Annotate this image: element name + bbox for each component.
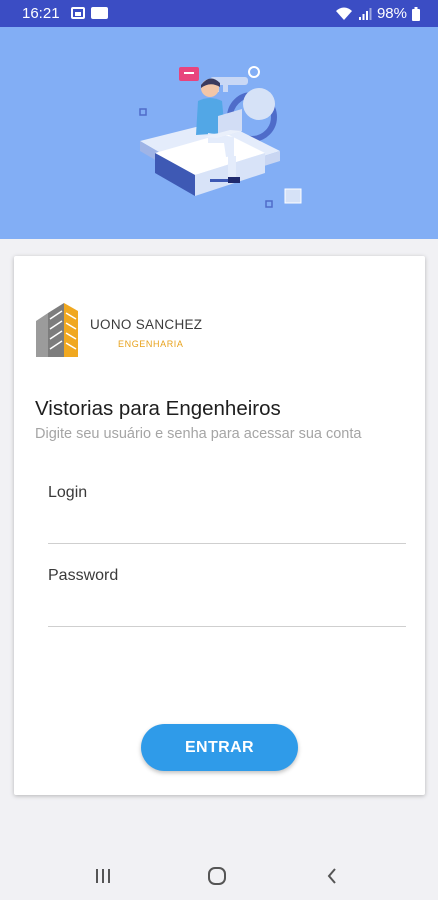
- logo-name: UONO SANCHEZ: [90, 317, 203, 332]
- login-card: UONO SANCHEZ ENGENHARIA Vistorias para E…: [14, 256, 425, 795]
- login-input[interactable]: [48, 508, 406, 544]
- person-with-laptop-illustration: [139, 66, 302, 208]
- status-bar: 16:21 98%: [0, 0, 438, 27]
- recent-apps-icon[interactable]: [91, 864, 115, 888]
- page-subtitle: Digite seu usuário e senha para acessar …: [35, 426, 362, 442]
- hero-banner: [0, 27, 438, 239]
- battery-percent: 98%: [376, 5, 407, 22]
- signal-icon: [358, 7, 372, 21]
- login-field: Login: [48, 484, 406, 550]
- building-logo-icon: [36, 303, 78, 357]
- login-label: Login: [48, 484, 88, 501]
- logo-subtitle: ENGENHARIA: [118, 339, 184, 349]
- ms-icon: [91, 7, 108, 19]
- password-field: Password: [48, 567, 406, 633]
- status-time: 16:21: [22, 5, 60, 22]
- company-logo: UONO SANCHEZ ENGENHARIA: [34, 301, 234, 361]
- wifi-icon: [335, 7, 353, 21]
- page-title: Vistorias para Engenheiros: [35, 397, 281, 420]
- back-icon[interactable]: [320, 864, 344, 888]
- entrar-button[interactable]: ENTRAR: [141, 724, 298, 771]
- password-input[interactable]: [48, 591, 406, 627]
- home-icon[interactable]: [205, 864, 229, 888]
- system-nav-bar: [0, 850, 438, 900]
- battery-icon: [412, 6, 420, 21]
- password-label: Password: [48, 567, 119, 584]
- image-icon: [71, 7, 85, 19]
